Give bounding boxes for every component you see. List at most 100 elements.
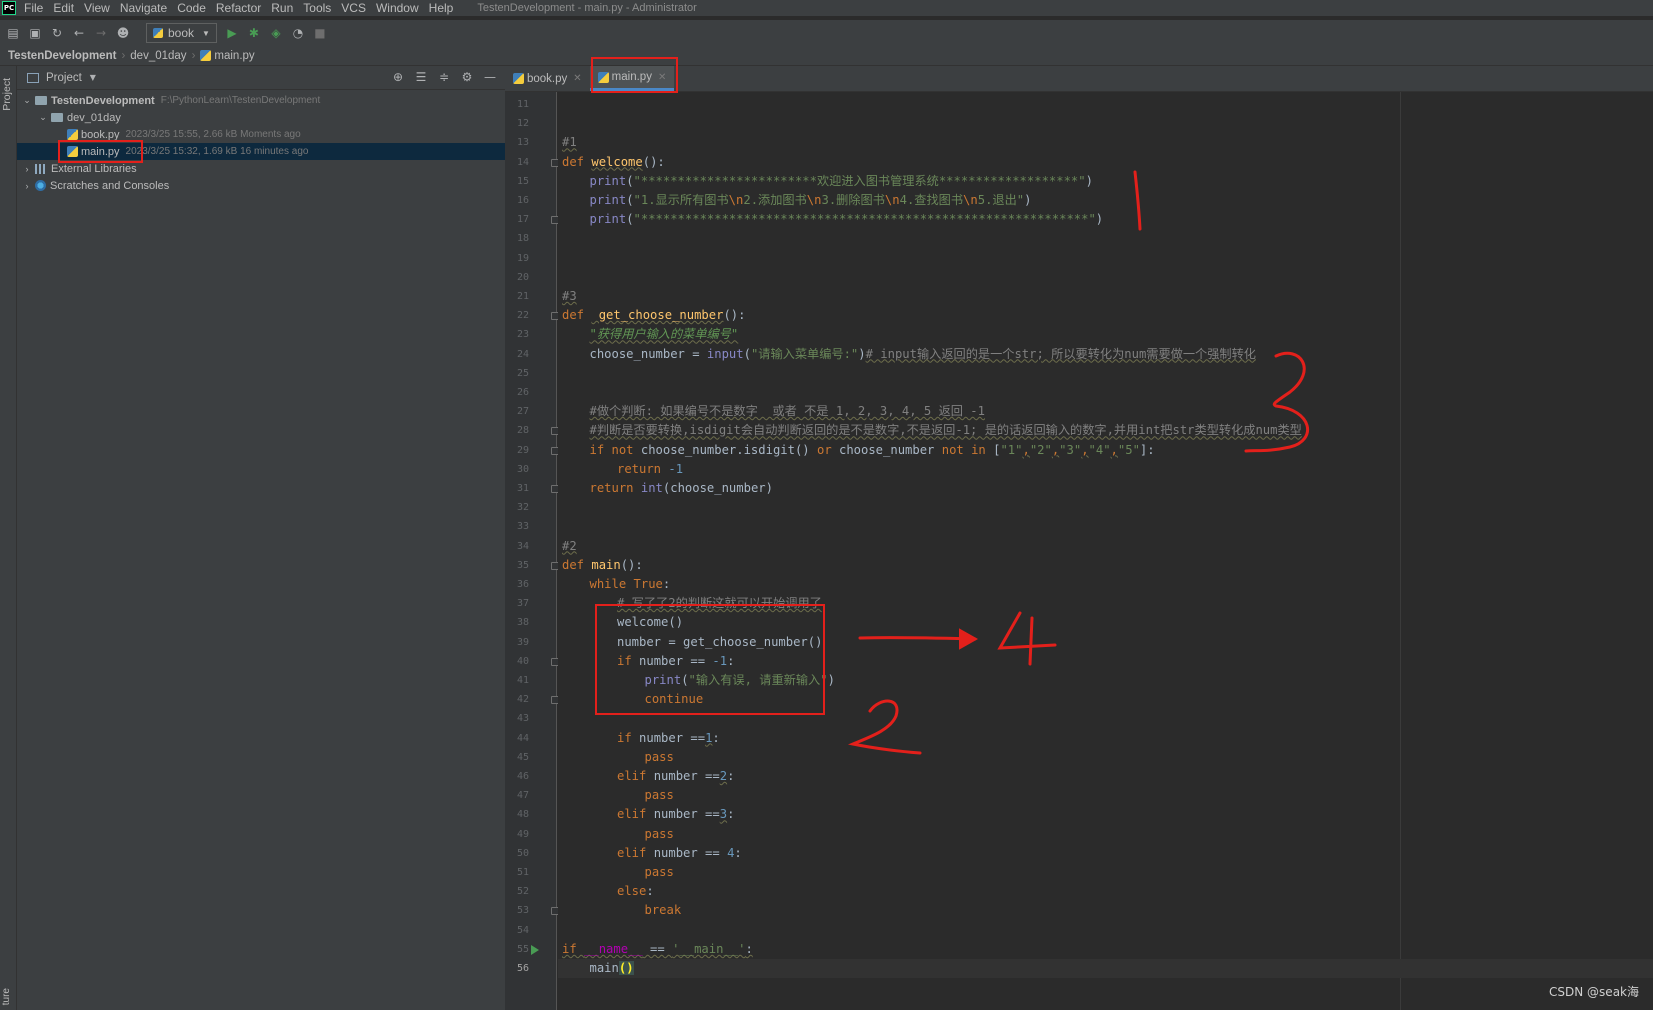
project-panel-header: Project ▼ ⊕ ☰ ≑ ⚙ — (17, 66, 505, 90)
menu-edit[interactable]: Edit (53, 1, 74, 15)
tree-item-book-py[interactable]: book.py 2023/3/25 15:55, 2.66 kB Moments… (17, 126, 505, 143)
chevron-down-icon[interactable]: ⌄ (21, 95, 33, 106)
tab-label: book.py (527, 72, 568, 85)
menu-refactor[interactable]: Refactor (216, 1, 261, 15)
collapse-all-icon[interactable]: ≑ (437, 70, 451, 84)
string-literal: "************************欢迎进入图书管理系统*****… (633, 173, 1086, 188)
code-line: number = get_choose_number() (617, 633, 822, 652)
menu-tools[interactable]: Tools (303, 1, 331, 15)
line-number: 38 (516, 617, 529, 629)
string-literal: "1.显示所有图书 (633, 193, 729, 207)
line-number: 52 (516, 886, 529, 898)
python-file-icon (513, 73, 524, 84)
caret-row-highlight (558, 959, 1653, 979)
code-text: ]: (1139, 442, 1155, 457)
docstring: "获得用户输入的菜单编号" (589, 327, 739, 342)
project-tool-window-button[interactable]: Project (1, 78, 13, 111)
tree-item-project-root[interactable]: ⌄ TestenDevelopment F:\PythonLearn\Teste… (17, 92, 505, 109)
string-literal: 5.退出" (977, 193, 1025, 207)
save-all-icon[interactable]: ▣ (28, 26, 42, 40)
keyword: if (562, 941, 585, 956)
back-arrow-icon[interactable]: ← (72, 26, 86, 40)
python-icon (153, 28, 163, 38)
line-number: 45 (516, 751, 529, 763)
menu-file[interactable]: File (24, 1, 43, 15)
keyword: pass (644, 788, 674, 803)
chevron-down-icon[interactable]: ▼ (90, 73, 96, 82)
keyword: if not (589, 442, 641, 457)
comment: #1 (562, 135, 577, 150)
comment: #做个判断: 如果编号不是数字 或者 不是 1, 2, 3, 4, 5 返回 -… (589, 404, 985, 419)
menu-view[interactable]: View (84, 1, 110, 15)
chevron-down-icon[interactable]: ⌄ (37, 112, 49, 123)
menu-window[interactable]: Window (376, 1, 419, 15)
menu-help[interactable]: Help (429, 1, 454, 15)
coverage-icon[interactable]: ◈ (269, 26, 283, 40)
chevron-right-icon[interactable]: › (21, 164, 33, 174)
breadcrumb-project[interactable]: TestenDevelopment (8, 50, 116, 62)
code-text: (): (642, 154, 665, 169)
chevron-right-icon[interactable]: › (21, 181, 33, 191)
line-number: 13 (516, 137, 529, 149)
menu-run[interactable]: Run (271, 1, 293, 15)
line-number: 39 (516, 636, 529, 648)
keyword: if (617, 653, 640, 668)
tree-item-scratches[interactable]: › Scratches and Consoles (17, 177, 505, 194)
run-configuration-select[interactable]: book ▼ (146, 23, 217, 43)
line-number: 34 (516, 540, 529, 552)
gear-icon[interactable]: ⚙ (460, 70, 474, 84)
close-icon[interactable]: ✕ (658, 72, 666, 83)
open-folder-icon[interactable]: ▤ (6, 26, 20, 40)
stop-icon[interactable]: ■ (313, 26, 327, 40)
line-number: 24 (516, 348, 529, 360)
line-number: 43 (516, 713, 529, 725)
code-line: print("1.显示所有图书\n2.添加图书\n3.删除图书\n4.查找图书\… (589, 193, 1032, 207)
code-text: : (734, 845, 742, 860)
keyword: or (816, 442, 839, 457)
profile-icon[interactable]: ◔ (291, 26, 305, 40)
builtin: int (640, 481, 663, 495)
sync-icon[interactable]: ↻ (50, 26, 64, 40)
expand-all-icon[interactable]: ☰ (414, 70, 428, 84)
code-line: #3 (562, 287, 577, 306)
line-number: 11 (516, 99, 529, 110)
menu-navigate[interactable]: Navigate (120, 1, 167, 15)
forward-arrow-icon[interactable]: → (94, 26, 108, 40)
editor-gutter[interactable]: 11 12 13 14 15 16 17 18 19 20 21 22 23 24 25 26 27 28 29 30… (505, 92, 559, 1010)
line-number: 19 (516, 252, 529, 264)
breadcrumb-folder[interactable]: dev_01day (130, 50, 186, 62)
menu-bar: PC File Edit View Navigate Code Refactor… (0, 0, 1653, 16)
code-editor[interactable]: #1 def welcome(): print("***************… (558, 92, 1653, 1010)
project-panel-title[interactable]: Project (46, 72, 82, 84)
code-line: # 写了了2的判断这就可以开始调用了 (617, 594, 822, 613)
locate-icon[interactable]: ⊕ (391, 70, 405, 84)
debug-icon[interactable]: ✱ (247, 26, 261, 40)
hide-icon[interactable]: — (483, 70, 497, 84)
breadcrumb-file[interactable]: main.py (214, 50, 254, 62)
code-text: number == (639, 653, 713, 668)
keyword: return (589, 481, 641, 495)
menu-vcs[interactable]: VCS (341, 1, 366, 15)
comment: # input输入返回的是一个str; 所以要转化为num需要做一个强制转化 (865, 346, 1256, 361)
menu-code[interactable]: Code (177, 1, 206, 15)
run-gutter-icon[interactable] (531, 944, 539, 955)
code-text: choose_number.isdigit() (640, 442, 817, 457)
close-icon[interactable]: ✕ (573, 73, 581, 84)
tree-item-external-libraries[interactable]: › External Libraries (17, 160, 505, 177)
string-literal: 3.删除图书 (821, 193, 885, 207)
run-icon[interactable]: ▶ (225, 26, 239, 40)
tree-item-dev-01day[interactable]: ⌄ dev_01day (17, 109, 505, 126)
punctuation: , (1081, 442, 1089, 457)
tree-item-main-py[interactable]: main.py 2023/3/25 15:32, 1.69 kB 16 minu… (17, 143, 505, 160)
user-icon[interactable]: ☻ (116, 26, 130, 40)
code-line: print("输入有误, 请重新输入") (644, 673, 835, 687)
string-literal: "请输入菜单编号:" (750, 346, 859, 361)
punctuation: , (1110, 442, 1118, 457)
structure-tool-window-button[interactable]: ture (1, 988, 12, 1005)
line-number: 23 (516, 329, 529, 341)
tab-main-py[interactable]: main.py ✕ (589, 66, 675, 91)
tree-item-meta: 2023/3/25 15:55, 2.66 kB Moments ago (125, 129, 301, 140)
tab-book-py[interactable]: book.py ✕ (505, 66, 590, 91)
line-number: 26 (516, 387, 529, 398)
function-name: main (591, 557, 621, 572)
